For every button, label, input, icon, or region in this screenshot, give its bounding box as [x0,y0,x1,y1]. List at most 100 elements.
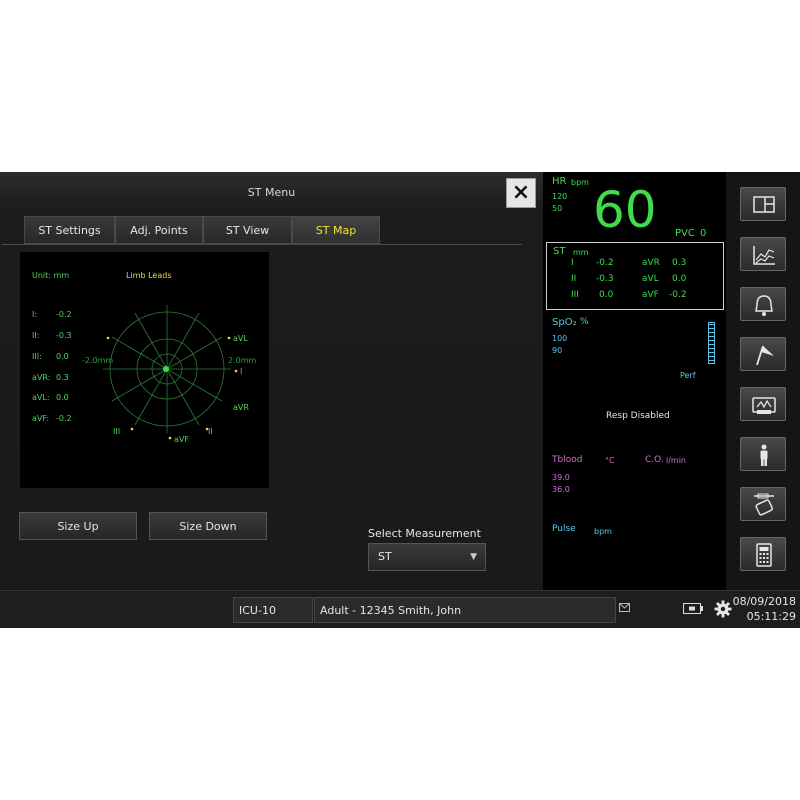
monitor-layout-icon [753,196,775,213]
map-lead-label: aVR: [32,373,51,382]
tab-divider [2,244,522,245]
pulse-unit: bpm [594,527,612,536]
st-unit: mm [573,248,589,257]
map-lead-value: -0.2 [56,310,72,319]
right-toolbar [726,172,800,590]
size-down-button[interactable]: Size Down [149,512,267,540]
pvc-value: 0 [700,228,707,239]
st-vector-point [163,366,169,372]
select-measurement-label: Select Measurement [368,527,481,540]
map-lead-group: Limb Leads [126,271,172,280]
perfusion-bar [708,322,715,364]
co-unit: l/min [666,456,687,465]
pvc-label: PVC [675,228,695,239]
hr-value: 60 [593,181,657,239]
spo2-alarm-high: 100 [552,334,568,343]
hr-label: HR [552,176,567,187]
st-lead: aVR [642,258,660,268]
battery-icon [683,603,703,614]
hr-alarm-low: 50 [552,204,563,213]
co-label: C.O. [645,455,664,465]
monitor-layout-button[interactable] [740,187,786,221]
st-lead: II [571,274,577,284]
spo2-label: SpO₂ [552,317,577,328]
select-measurement-dropdown[interactable]: ST ▼ [368,543,486,571]
map-lead-value: 0.0 [56,393,69,402]
date: 08/09/2018 [732,595,796,608]
trends-button[interactable] [740,237,786,271]
st-lead-value: -0.3 [596,274,614,284]
map-scale-right: 2.0mm [228,356,257,365]
st-lead: III [571,290,579,300]
select-measurement-value: ST [378,550,392,563]
patient-info[interactable]: Adult - 12345 Smith, John [314,597,616,623]
hr-alarm-high: 120 [552,192,568,201]
patient-button[interactable] [740,437,786,471]
menu-title: ST Menu [247,186,296,199]
alarm-bell-icon [755,295,773,316]
print-button[interactable] [740,387,786,421]
tblood-alarm-high: 39.0 [552,473,570,482]
calculator-button[interactable] [740,537,786,571]
perf-label: Perf [680,371,696,380]
tab-st-view[interactable]: ST View [203,216,292,244]
status-bar: ICU-10 Adult - 12345 Smith, John 08/09/2… [0,590,800,628]
resp-status: Resp Disabled [606,411,670,421]
st-label: ST [553,246,566,257]
st-lead-value: 0.3 [672,258,687,268]
map-axis-iii: III [113,427,121,436]
st-lead-value: -0.2 [596,258,614,268]
tblood-alarm-low: 36.0 [552,485,570,494]
print-icon [752,397,776,414]
tblood-unit: °C [605,456,615,465]
calculator-icon [756,543,772,567]
infusion-button[interactable] [740,487,786,521]
tab-st-settings[interactable]: ST Settings [24,216,115,244]
hr-unit: bpm [571,178,589,187]
map-axis-avr: aVR [233,403,249,412]
event-flag-button[interactable] [740,337,786,371]
st-lead-value: 0.0 [599,290,614,300]
tab-adj-points[interactable]: Adj. Points [115,216,203,244]
tab-st-map[interactable]: ST Map [292,216,380,244]
monitor-screen: ST Menu × ST Settings Adj. Points ST Vie… [0,172,800,628]
pulse-label: Pulse [552,524,576,534]
st-lead-value: -0.2 [669,290,687,300]
st-values-box[interactable]: ST mm I -0.2 aVR 0.3 II -0.3 aVL 0.0 III… [546,242,724,310]
syringe-icon [754,493,774,516]
dropdown-arrow-icon: ▼ [470,552,477,562]
map-lead-label: III: [32,352,42,361]
map-lead-label: II: [32,331,40,340]
map-unit: Unit: mm [32,271,70,280]
map-axis-avf: aVF [174,435,189,444]
close-button[interactable]: × [506,178,536,208]
message-icon[interactable] [619,603,631,613]
map-lead-label: aVL: [32,393,50,402]
settings-gear-icon[interactable] [714,600,732,618]
flag-icon [756,345,774,366]
spo2-alarm-low: 90 [552,346,563,355]
map-axis-ii: II [208,427,213,436]
time: 05:11:29 [746,610,796,623]
map-axis-i: I [240,367,243,376]
spo2-unit: % [580,317,589,327]
st-menu-panel: ST Menu × ST Settings Adj. Points ST Vie… [0,172,543,590]
map-lead-value: -0.2 [56,414,72,423]
map-lead-value: -0.3 [56,331,72,340]
map-lead-value: 0.3 [56,373,69,382]
map-axis-avl: aVL [233,334,248,343]
st-map-graphic [103,305,238,440]
date-time: 08/09/2018 05:11:29 [733,594,796,624]
tblood-label: Tblood [552,455,583,465]
st-lead: I [571,258,574,268]
alarms-button[interactable] [740,287,786,321]
size-up-button[interactable]: Size Up [19,512,137,540]
st-map-display: Unit: mm Limb Leads I: -0.2 II: -0.3 III… [20,252,269,488]
map-lead-label: aVF: [32,414,50,423]
map-scale-left: -2.0mm [82,356,114,365]
bed-label[interactable]: ICU-10 [233,597,313,623]
st-lead: aVL [642,274,659,284]
vitals-panel: HR bpm 120 50 60 PVC 0 ST mm I -0.2 aVR … [543,172,726,590]
st-lead-value: 0.0 [672,274,687,284]
trends-icon [753,246,775,265]
